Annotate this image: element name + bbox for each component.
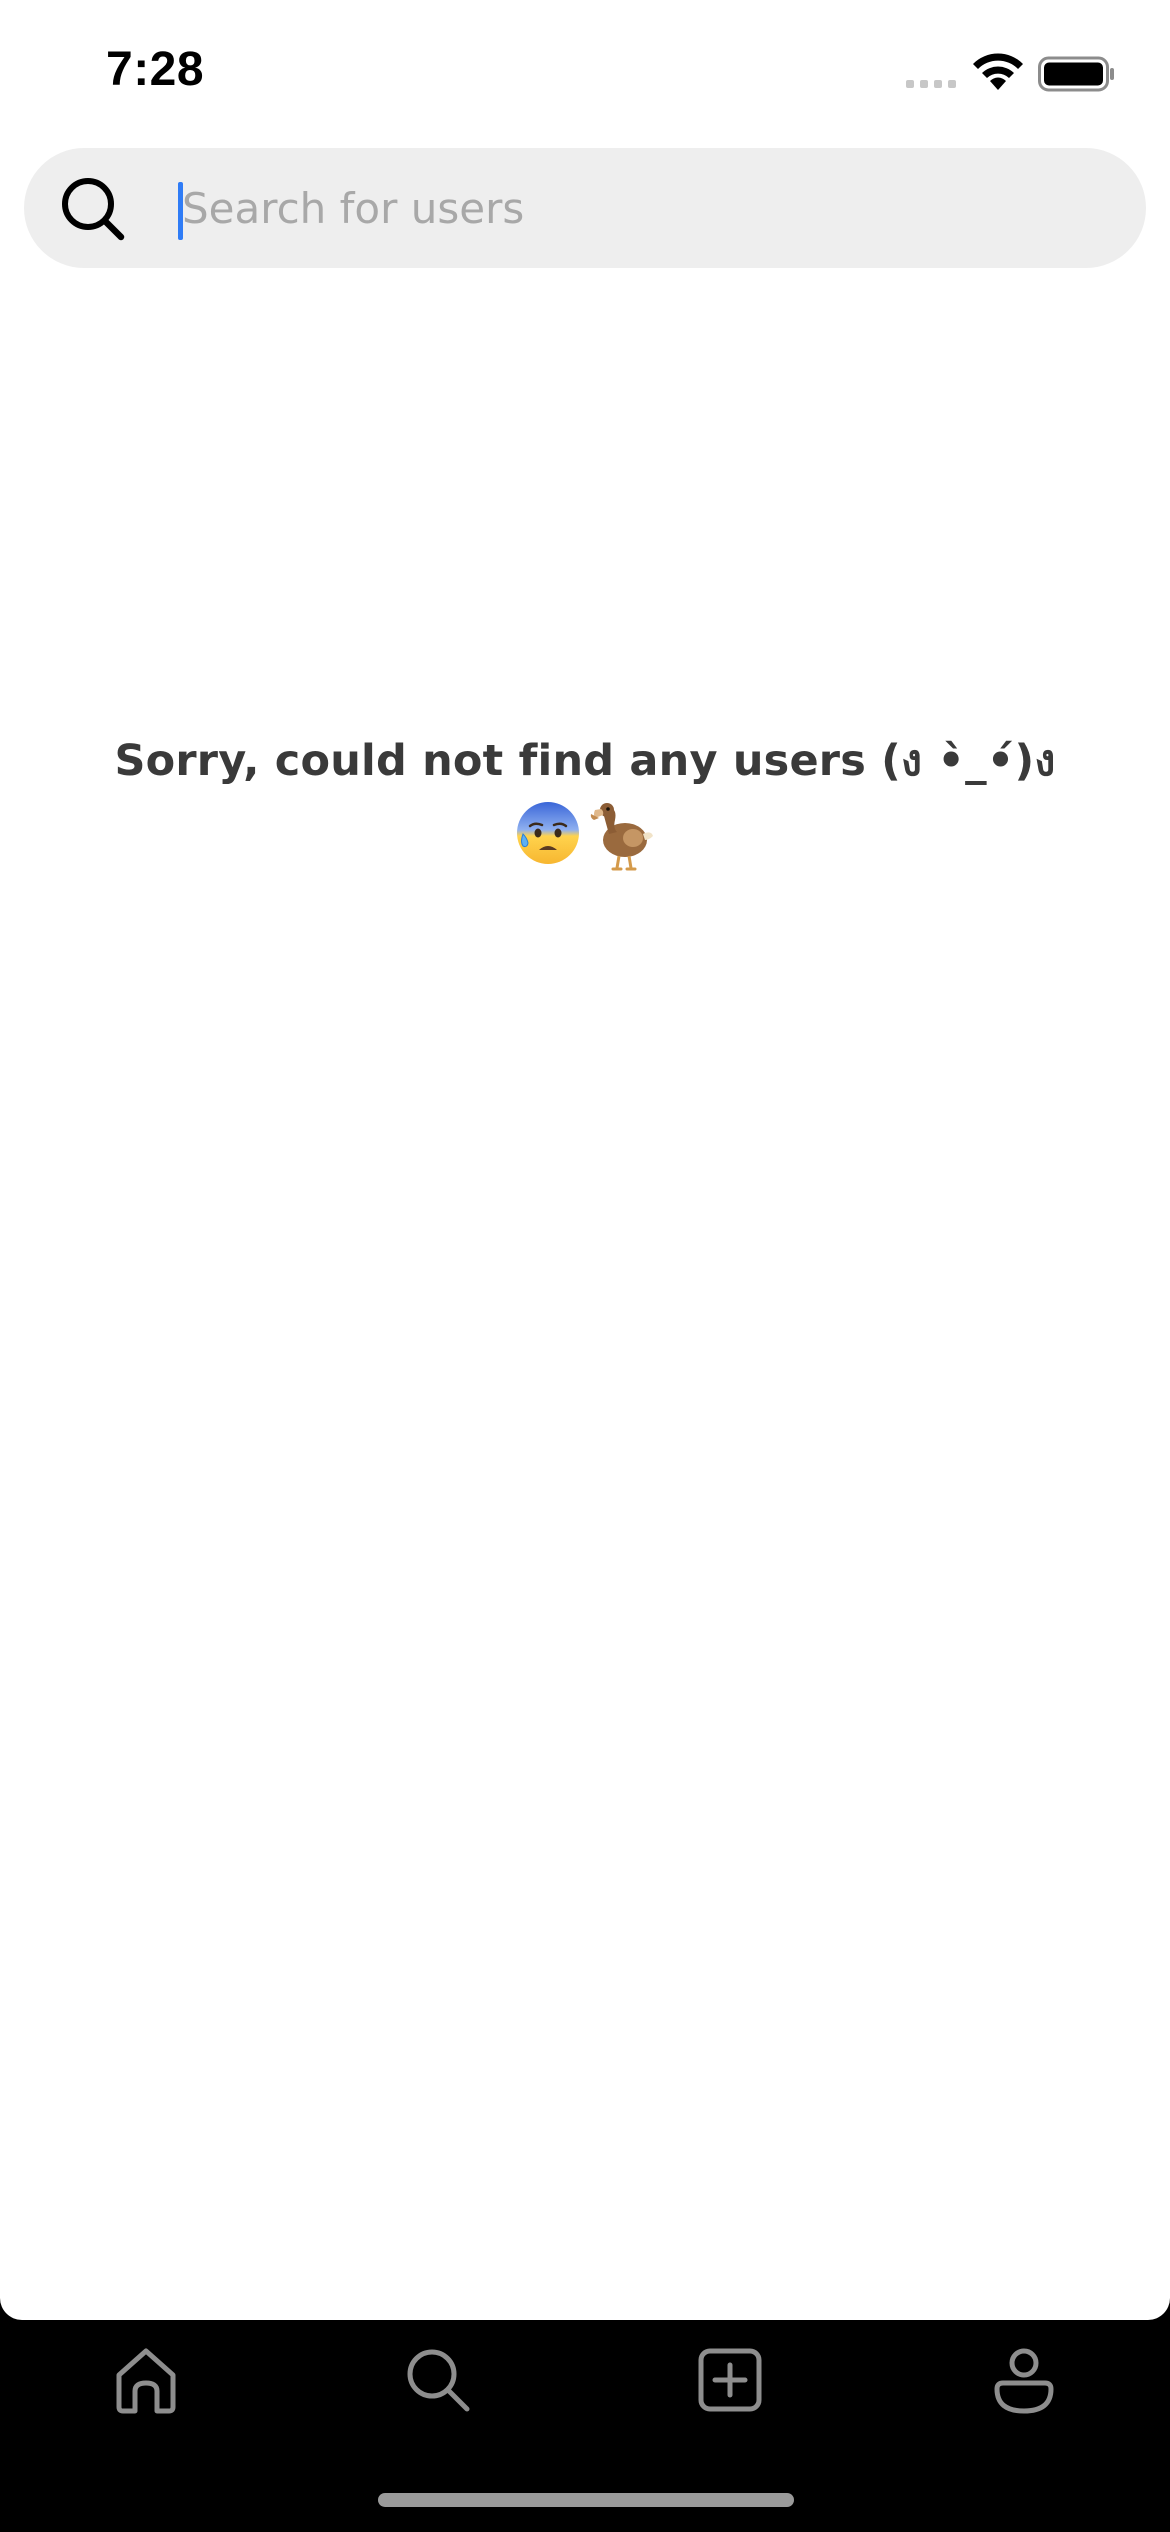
empty-state-emojis: [0, 800, 1170, 872]
tab-create[interactable]: [680, 2330, 780, 2430]
home-icon: [116, 2348, 176, 2414]
tab-home[interactable]: [96, 2330, 196, 2430]
search-icon: [407, 2349, 470, 2412]
battery-icon: [1038, 56, 1114, 92]
home-indicator[interactable]: [378, 2493, 794, 2507]
tab-profile[interactable]: [974, 2330, 1074, 2430]
search-input[interactable]: [152, 168, 1142, 248]
search-bar[interactable]: [24, 148, 1146, 268]
status-time: 7:28: [106, 43, 205, 96]
app-content: 7:28 Sorry,: [0, 0, 1170, 2320]
search-icon: [62, 178, 125, 241]
screen: 7:28 Sorry,: [0, 0, 1170, 2532]
plus-square-icon: [698, 2348, 762, 2412]
tab-search[interactable]: [388, 2330, 488, 2430]
anxious-face-with-sweat-icon: [517, 802, 579, 864]
wifi-icon: [973, 53, 1023, 90]
empty-state: Sorry, could not find any users (ง •̀_•́…: [0, 730, 1170, 872]
empty-state-message: Sorry, could not find any users (ง •̀_•́…: [114, 736, 1056, 786]
text-caret: [178, 182, 183, 240]
cellular-signal-icon: [906, 80, 956, 88]
user-icon: [994, 2348, 1054, 2414]
status-bar: 7:28: [0, 0, 1170, 140]
dodo-icon: [590, 803, 653, 871]
